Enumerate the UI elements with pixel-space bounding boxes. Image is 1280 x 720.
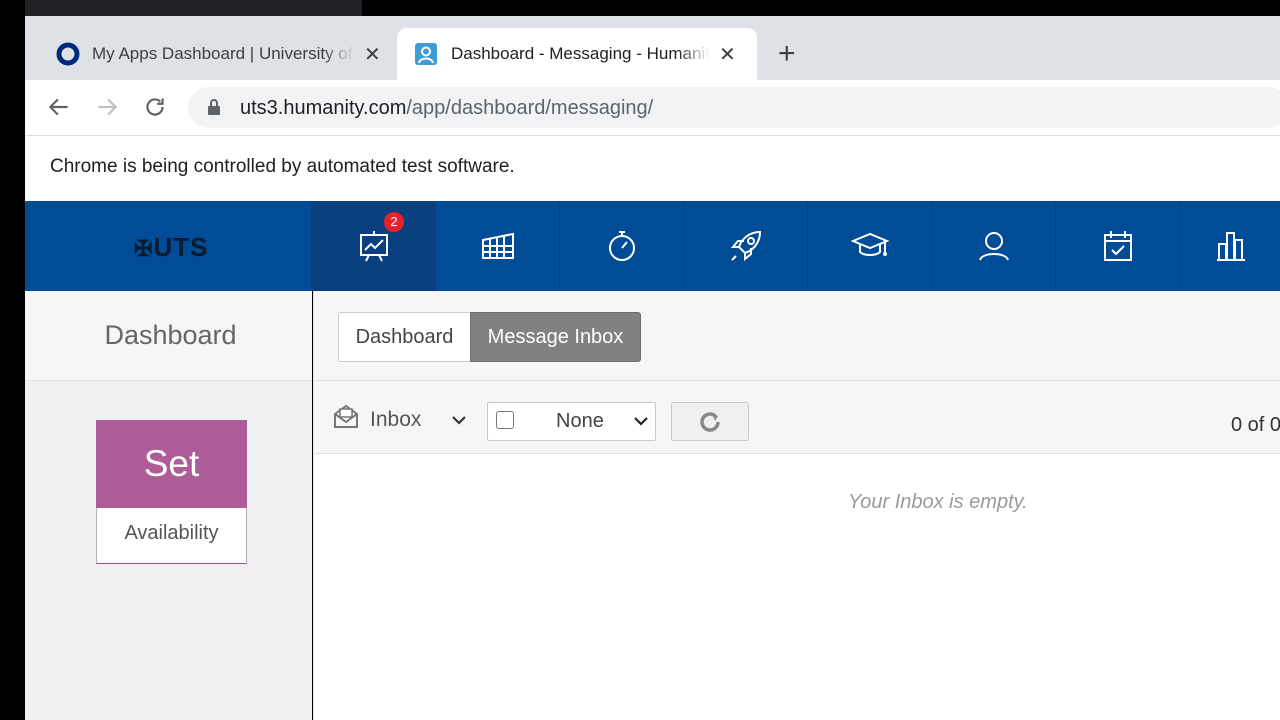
tab-dashboard[interactable]: Dashboard bbox=[338, 312, 471, 362]
set-availability-label: Availability bbox=[124, 522, 219, 544]
sidebar-title: Dashboard bbox=[104, 320, 237, 350]
reload-icon[interactable] bbox=[142, 94, 168, 120]
tab-my-apps[interactable]: My Apps Dashboard | University of Techno… bbox=[45, 29, 395, 79]
humanity-user-icon bbox=[414, 42, 438, 66]
nav-dashboard[interactable] bbox=[311, 201, 435, 291]
rocket-icon bbox=[730, 230, 762, 262]
nav-reports[interactable] bbox=[1179, 201, 1280, 291]
lock-icon[interactable] bbox=[206, 98, 222, 116]
nav-staff[interactable] bbox=[931, 201, 1055, 291]
message-count: 0 of 0 bbox=[1231, 414, 1280, 436]
uts-logo[interactable]: ✠UTS bbox=[134, 232, 208, 263]
tab-title: Dashboard - Messaging - Humanity bbox=[451, 44, 709, 63]
folder-select[interactable]: Inbox bbox=[370, 408, 421, 432]
stopwatch-icon bbox=[607, 230, 637, 262]
okta-ring-icon bbox=[56, 42, 80, 66]
select-all-checkbox[interactable] bbox=[496, 411, 514, 429]
graduation-cap-icon bbox=[850, 231, 889, 261]
logo-text: UTS bbox=[153, 232, 209, 262]
nav-leave[interactable] bbox=[683, 201, 807, 291]
forward-arrow-icon[interactable] bbox=[94, 94, 120, 120]
nav-shiftplanning[interactable] bbox=[435, 201, 559, 291]
tab-message-inbox[interactable]: Message Inbox bbox=[470, 312, 641, 362]
url-text[interactable]: uts3.humanity.com/app/dashboard/messagin… bbox=[240, 95, 653, 121]
set-availability-button[interactable]: Set bbox=[96, 420, 247, 508]
empty-inbox-message: Your Inbox is empty. bbox=[848, 491, 1028, 513]
tab-humanity-messaging[interactable]: Dashboard - Messaging - Humanity ✕ bbox=[397, 28, 757, 80]
nav-availability[interactable] bbox=[1055, 201, 1179, 291]
notification-badge: 2 bbox=[384, 212, 404, 232]
grid-icon bbox=[481, 232, 515, 260]
window-top-bar bbox=[25, 0, 362, 16]
chevron-down-icon[interactable] bbox=[450, 410, 468, 430]
nav-timeclock[interactable] bbox=[559, 201, 683, 291]
envelope-open-icon bbox=[334, 403, 358, 429]
bulk-select-value: None bbox=[556, 410, 604, 432]
url-path: /app/dashboard/messaging/ bbox=[406, 97, 654, 119]
close-tab-icon[interactable]: ✕ bbox=[364, 42, 381, 67]
calendar-check-icon bbox=[1103, 230, 1133, 262]
chart-board-icon bbox=[359, 230, 389, 262]
chevron-down-icon bbox=[632, 411, 650, 431]
bar-chart-icon bbox=[1215, 230, 1247, 262]
user-icon bbox=[978, 230, 1010, 262]
url-host: uts3.humanity.com bbox=[240, 97, 407, 119]
refresh-icon bbox=[698, 411, 722, 433]
new-tab-button[interactable]: + bbox=[778, 39, 796, 69]
close-tab-icon[interactable]: ✕ bbox=[719, 42, 736, 67]
infobar-text: Chrome is being controlled by automated … bbox=[50, 156, 515, 177]
nav-training[interactable] bbox=[807, 201, 931, 291]
back-arrow-icon[interactable] bbox=[46, 94, 72, 120]
tab-title: My Apps Dashboard | University of Techno… bbox=[92, 44, 354, 63]
